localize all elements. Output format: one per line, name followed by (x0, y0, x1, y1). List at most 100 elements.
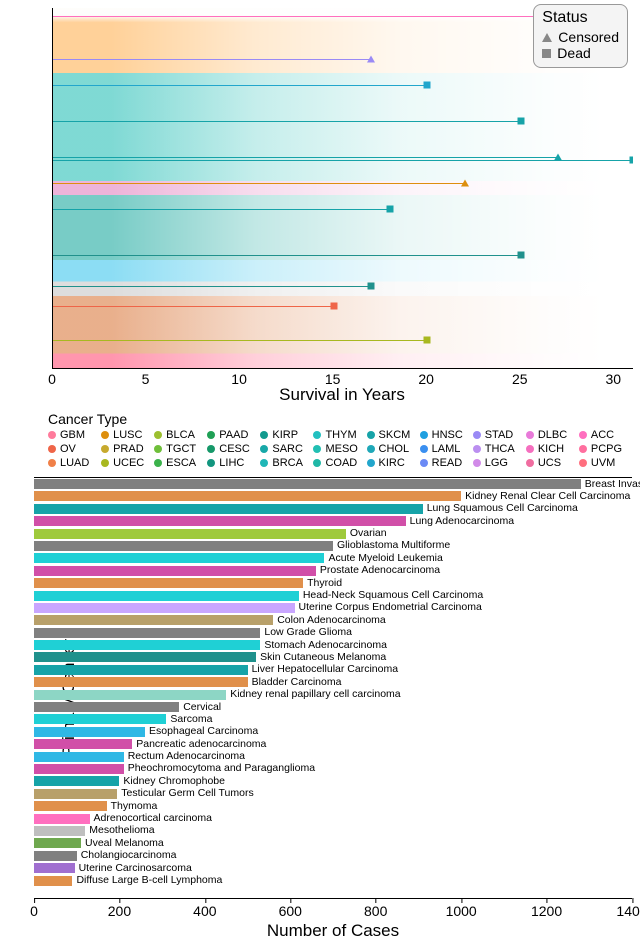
bar (34, 529, 346, 539)
bar-x-tick: 1400 (616, 903, 640, 919)
bar (34, 591, 299, 601)
legend-dot-icon (420, 431, 428, 439)
bar-row: Lung Squamous Cell Carcinoma (34, 503, 632, 515)
bar-label: Ovarian (350, 527, 387, 539)
cancer-type-item: KIRC (367, 457, 420, 469)
bar-row: Esophageal Carcinoma (34, 726, 632, 738)
bar-row: Pheochromocytoma and Paraganglioma (34, 763, 632, 775)
bar (34, 727, 145, 737)
cancer-type-item: ACC (579, 429, 632, 441)
bar-label: Head-Neck Squamous Cell Carcinoma (303, 589, 483, 601)
legend-dot-icon (154, 445, 162, 453)
scatter-x-tick: 5 (142, 371, 150, 387)
legend-dot-icon (154, 431, 162, 439)
bar (34, 541, 333, 551)
cancer-type-item: CHOL (367, 443, 420, 455)
legend-dot-icon (526, 431, 534, 439)
bar-row: Uterine Corpus Endometrial Carcinoma (34, 602, 632, 614)
bar-label: Lung Adenocarcinoma (410, 515, 515, 527)
bar-row: Adrenocortical carcinoma (34, 813, 632, 825)
bar (34, 814, 90, 824)
bar-label: Acute Myeloid Leukemia (328, 552, 442, 564)
scatter-x-tick: 25 (512, 371, 528, 387)
bar (34, 851, 77, 861)
bar-row: Glioblastoma Multiforme (34, 540, 632, 552)
bar-label: Glioblastoma Multiforme (337, 539, 450, 551)
status-legend: Status Censored Dead (533, 4, 628, 68)
legend-dot-icon (207, 445, 215, 453)
legend-dot-icon (207, 459, 215, 467)
bar-row: Breast Invasive Carcinoma (34, 478, 632, 490)
legend-dot-icon (473, 445, 481, 453)
bar-label: Lung Squamous Cell Carcinoma (427, 502, 578, 514)
legend-dot-icon (101, 459, 109, 467)
bar (34, 764, 124, 774)
legend-dot-icon (48, 459, 56, 467)
bar-label: Uveal Melanoma (85, 837, 164, 849)
bar-label: Adrenocortical carcinoma (94, 812, 212, 824)
bar-row: Pancreatic adenocarcinoma (34, 738, 632, 750)
cancer-type-item: THYM (313, 429, 366, 441)
cancer-type-item: LUAD (48, 457, 101, 469)
bar (34, 752, 124, 762)
bar (34, 863, 75, 873)
bar-label: Thyroid (307, 577, 342, 589)
bar-label: Kidney Chromophobe (123, 775, 225, 787)
bar (34, 876, 72, 886)
cancer-type-item: UCS (526, 457, 579, 469)
legend-dot-icon (526, 459, 534, 467)
legend-dot-icon (313, 431, 321, 439)
bar-label: Cholangiocarcinoma (81, 849, 177, 861)
bar-row: Skin Cutaneous Melanoma (34, 651, 632, 663)
bar (34, 578, 303, 588)
bar-x-tick: 0 (30, 903, 38, 919)
bar-row: Thyroid (34, 577, 632, 589)
bar-row: Sarcoma (34, 713, 632, 725)
bar-row: Acute Myeloid Leukemia (34, 552, 632, 564)
cancer-type-item: OV (48, 443, 101, 455)
bar-row: Liver Hepatocellular Carcinoma (34, 664, 632, 676)
cancer-type-item: BRCA (260, 457, 313, 469)
cancer-type-item: UVM (579, 457, 632, 469)
bar-label: Liver Hepatocellular Carcinoma (252, 663, 398, 675)
bar (34, 838, 81, 848)
bar (34, 739, 132, 749)
square-icon (542, 49, 551, 58)
bar-row: Prostate Adenocarcinoma (34, 565, 632, 577)
bar-chart: Primary Cancer Breast Invasive Carcinoma… (34, 477, 632, 898)
cancer-type-item: STAD (473, 429, 526, 441)
bar-label: Esophageal Carcinoma (149, 725, 258, 737)
status-legend-item-dead: Dead (542, 45, 619, 61)
legend-dot-icon (367, 431, 375, 439)
bar-row: Cholangiocarcinoma (34, 850, 632, 862)
bar-x-tick: 400 (193, 903, 216, 919)
bar (34, 714, 166, 724)
status-legend-item-censored: Censored (542, 29, 619, 45)
status-legend-title: Status (542, 9, 619, 27)
bar-row: Mesothelioma (34, 825, 632, 837)
bar (34, 677, 248, 687)
cancer-type-item: HNSC (420, 429, 473, 441)
cancer-type-item: MESO (313, 443, 366, 455)
legend-dot-icon (101, 445, 109, 453)
scatter-x-tick: 15 (325, 371, 341, 387)
bar (34, 553, 324, 563)
legend-dot-icon (420, 445, 428, 453)
cancer-type-item: READ (420, 457, 473, 469)
bar-label: Uterine Corpus Endometrial Carcinoma (299, 601, 482, 613)
cancer-type-item: SARC (260, 443, 313, 455)
bar-row: Head-Neck Squamous Cell Carcinoma (34, 590, 632, 602)
bar-label: Pheochromocytoma and Paraganglioma (128, 762, 315, 774)
bar (34, 516, 406, 526)
bar-label: Rectum Adenocarcinoma (128, 750, 245, 762)
bar-row: Kidney Renal Clear Cell Carcinoma (34, 490, 632, 502)
bar-label: Uterine Carcinosarcoma (79, 862, 192, 874)
scatter-x-label: Survival in Years (52, 385, 632, 405)
bar (34, 640, 260, 650)
cancer-type-item: PRAD (101, 443, 154, 455)
bar-row: Testicular Germ Cell Tumors (34, 788, 632, 800)
bar-x-label: Number of Cases (34, 921, 632, 941)
scatter-x-tick: 20 (418, 371, 434, 387)
bar-row: Uveal Melanoma (34, 837, 632, 849)
cancer-type-item: CESC (207, 443, 260, 455)
